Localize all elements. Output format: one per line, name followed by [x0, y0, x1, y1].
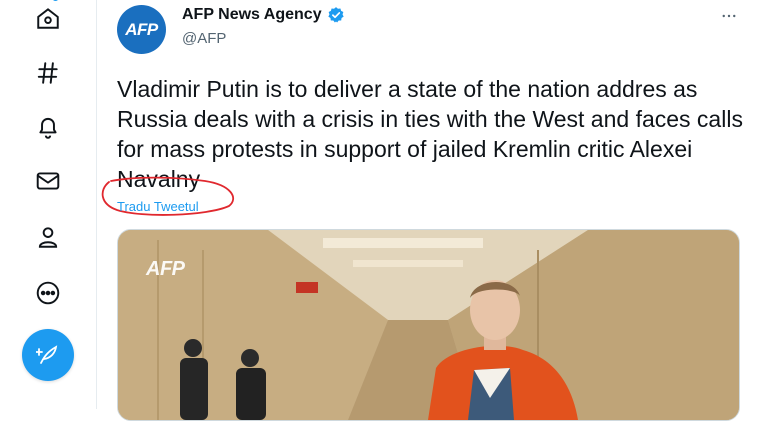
nav-messages[interactable] — [22, 155, 74, 207]
verified-badge-icon — [327, 6, 345, 24]
profile-person-icon — [38, 227, 58, 248]
home-icon — [37, 8, 59, 29]
nav-home[interactable] — [22, 0, 74, 44]
author-name[interactable]: AFP News Agency — [182, 6, 322, 24]
tweet-text: Vladimir Putin is to deliver a state of … — [117, 76, 743, 192]
nav-notifications[interactable] — [22, 101, 74, 153]
nav-explore[interactable] — [22, 47, 74, 99]
tweet-more-button[interactable] — [714, 6, 744, 26]
compose-tweet-button[interactable] — [22, 329, 74, 381]
nav-more[interactable] — [22, 267, 74, 319]
left-nav — [0, 0, 96, 409]
author-row: AFP News Agency — [182, 6, 345, 24]
avatar-logo-text: AFP — [125, 19, 158, 39]
new-items-dot — [52, 0, 59, 1]
more-horizontal-icon — [722, 14, 736, 18]
explore-hashtag-icon — [37, 62, 58, 84]
nav-profile[interactable] — [22, 211, 74, 263]
translate-tweet-link[interactable]: Tradu Tweetul — [117, 199, 199, 214]
tweet-media-photo[interactable]: AFP — [117, 229, 740, 421]
timeline-column: AFP AFP News Agency @AFP Vladimir Putin … — [96, 0, 757, 421]
photo-navalny-corridor — [118, 230, 739, 420]
avatar[interactable]: AFP — [117, 5, 166, 54]
compose-feather-icon — [36, 345, 58, 364]
messages-envelope-icon — [36, 172, 60, 190]
afp-watermark: AFP — [146, 258, 185, 280]
notifications-bell-icon — [39, 117, 57, 139]
author-handle[interactable]: @AFP — [182, 30, 226, 47]
more-circle-icon — [36, 281, 60, 305]
